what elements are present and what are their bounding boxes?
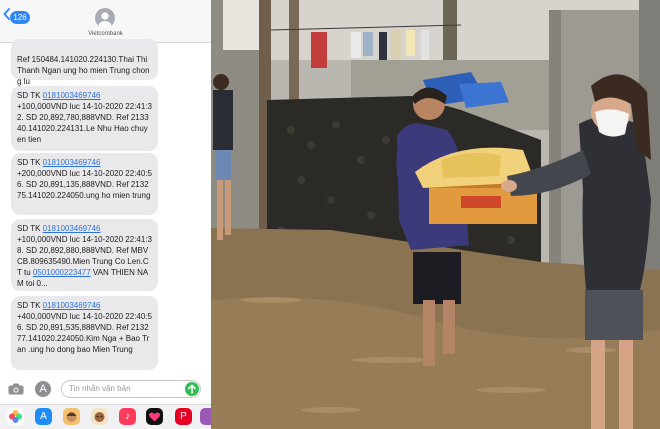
unread-count-badge[interactable]: 126 bbox=[10, 11, 30, 24]
message-bubble: SD TK 0181003469746 +400,000VND luc 14-1… bbox=[11, 296, 158, 370]
message-composer: A Tin nhắn văn bản bbox=[0, 375, 211, 404]
account-number-link[interactable]: 0181003469746 bbox=[43, 158, 101, 167]
message-bubble: SD TK 0181003469746 +100,000VND luc 14-1… bbox=[11, 219, 158, 291]
message-text: +100,000VND luc 14-10-2020 22:41:32. SD … bbox=[17, 102, 152, 144]
message-text: Ref 150484.141020.224130.Thai Thi Thanh … bbox=[17, 55, 150, 86]
account-number-link[interactable]: 0181003469746 bbox=[43, 301, 101, 310]
phone-number-link[interactable]: 0501000223477 bbox=[33, 268, 91, 277]
more-app-icon[interactable] bbox=[200, 408, 211, 425]
send-button[interactable] bbox=[185, 382, 199, 396]
message-text: +400,000VND luc 14-10-2020 22:40:56. SD … bbox=[17, 312, 152, 354]
person-icon bbox=[98, 12, 112, 28]
memoji-app-icon[interactable] bbox=[63, 408, 80, 425]
account-number-link[interactable]: 0181003469746 bbox=[43, 91, 101, 100]
message-bubble: SD TK 0181003469746 +200,000VND luc 14-1… bbox=[11, 153, 158, 215]
pinterest-app-icon[interactable]: P bbox=[175, 408, 192, 425]
conversation-header: 126 Vietcombank bbox=[0, 0, 211, 43]
message-text: +200,000VND luc 14-10-2020 22:40:56. SD … bbox=[17, 169, 152, 200]
animoji-app-icon[interactable] bbox=[91, 408, 108, 425]
account-number-link[interactable]: 0181003469746 bbox=[43, 224, 101, 233]
message-bubble: SD TK 0181003469746 +100,000VND luc 14-1… bbox=[11, 86, 158, 151]
app-store-icon[interactable]: A bbox=[35, 381, 51, 397]
flood-scene-illustration bbox=[211, 0, 660, 429]
app-store-app-icon[interactable]: A bbox=[35, 408, 52, 425]
camera-icon[interactable] bbox=[8, 383, 24, 395]
photos-app-icon[interactable] bbox=[7, 408, 24, 425]
imessage-app-drawer: A ♪ P bbox=[0, 404, 211, 429]
contact-name[interactable]: Vietcombank bbox=[0, 31, 211, 37]
flood-relief-photo bbox=[211, 0, 660, 429]
arrow-up-icon bbox=[188, 384, 196, 394]
message-bubble: Ref 150484.141020.224130.Thai Thi Thanh … bbox=[11, 39, 158, 86]
contact-avatar[interactable] bbox=[95, 8, 115, 28]
music-app-icon[interactable]: ♪ bbox=[119, 408, 136, 425]
heart-sticker-app-icon[interactable] bbox=[146, 408, 163, 425]
message-input[interactable]: Tin nhắn văn bản bbox=[61, 380, 201, 398]
sms-screenshot: 126 Vietcombank Ref 150484.141020.224130… bbox=[0, 0, 211, 429]
message-text: +100,000VND luc 14-10-2020 22:41:38. SD … bbox=[17, 235, 152, 288]
